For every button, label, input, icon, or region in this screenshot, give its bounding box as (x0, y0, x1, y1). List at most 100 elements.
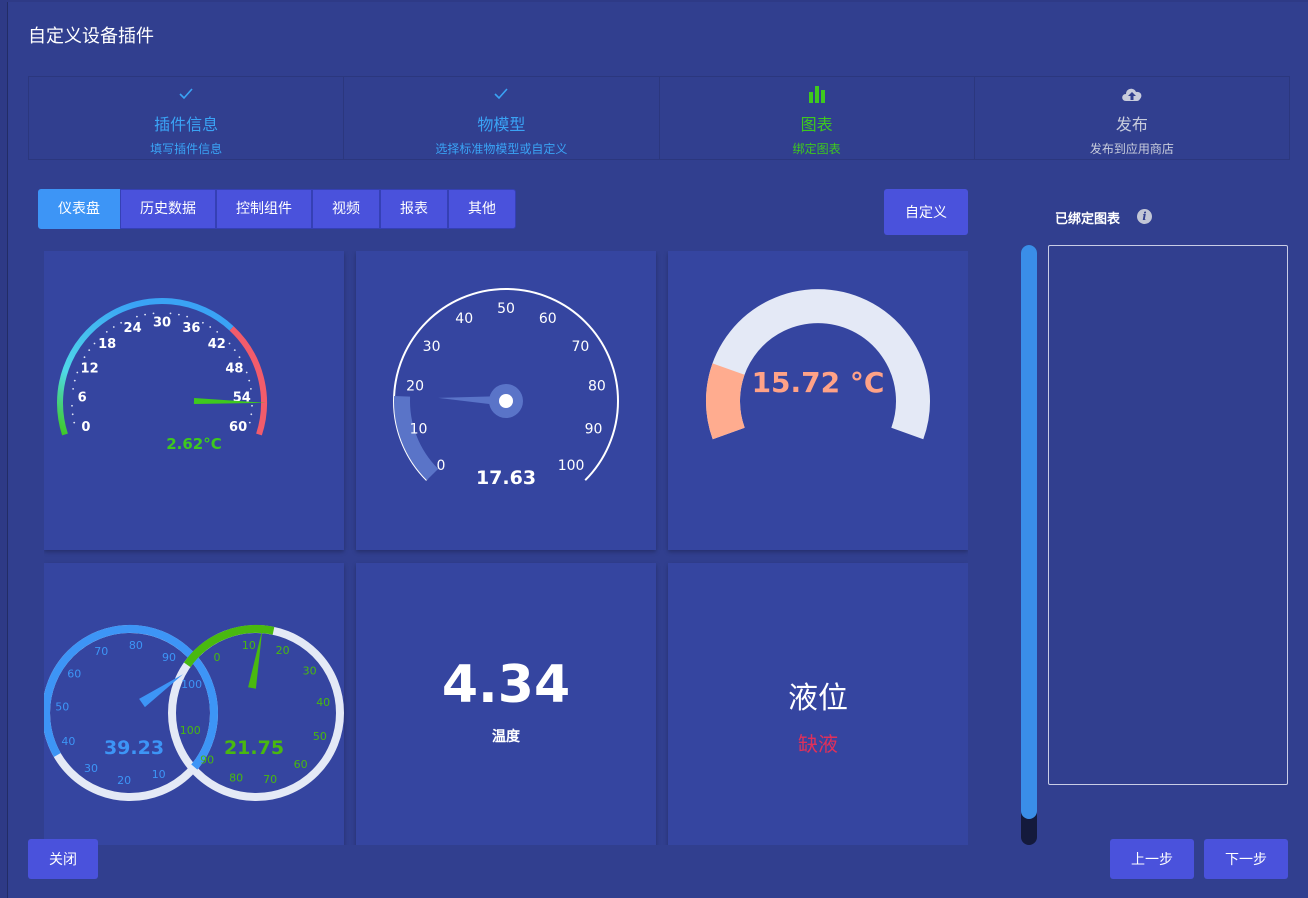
gauge-minor-tick (136, 315, 138, 318)
close-button[interactable]: 关闭 (28, 839, 98, 879)
gauge-minor-tick (112, 326, 115, 328)
number-value: 4.34 (441, 655, 571, 715)
step-title: 图表 (800, 115, 833, 134)
step-chart[interactable]: 图表 绑定图表 (660, 77, 975, 159)
widget-tabs: 仪表盘 历史数据 控制组件 视频 报表 其他 (38, 189, 516, 229)
prev-step-button[interactable]: 上一步 (1110, 839, 1194, 879)
gauge-minor-tick (76, 371, 79, 374)
gauge-minor-tick (88, 349, 91, 351)
gauge-minor-tick (152, 312, 155, 315)
dialog-title: 自定义设备插件 (28, 26, 154, 47)
gauge-tick-label: 70 (571, 339, 589, 355)
gauge-tick-label: 0 (81, 420, 90, 435)
step-title: 发布 (1115, 115, 1148, 134)
gauge-tick-label: 80 (588, 379, 606, 395)
widget-level[interactable]: 液位 缺液 (668, 563, 968, 845)
tab-dashboard[interactable]: 仪表盘 (38, 189, 120, 229)
right-gauge-tick-label: 90 (200, 754, 214, 767)
gauge-minor-tick (178, 313, 180, 316)
custom-button[interactable]: 自定义 (884, 189, 968, 235)
gauge-minor-tick (250, 413, 253, 416)
tab-other[interactable]: 其他 (448, 189, 516, 229)
left-gauge-tick-label: 60 (67, 668, 81, 681)
gauge-minor-tick (93, 342, 96, 345)
gauge-minor-tick (120, 321, 122, 324)
gauge-value: 17.63 (476, 467, 536, 489)
tab-history[interactable]: 历史数据 (120, 189, 216, 229)
right-gauge-tick-label: 0 (214, 651, 221, 664)
gauge-minor-tick (216, 331, 219, 333)
gauge-tick-label: 50 (497, 301, 515, 317)
gauge-tick-label: 60 (229, 420, 247, 435)
check-icon (179, 81, 193, 107)
gauge-tick-label: 24 (124, 321, 142, 336)
gauge-minor-tick (186, 315, 189, 318)
bar-chart-icon (807, 81, 827, 107)
gauge-minor-tick (72, 388, 74, 390)
left-gauge-tick-label: 20 (117, 774, 131, 787)
gauge-tick-label: 18 (98, 337, 116, 352)
gauge-needle (193, 398, 266, 404)
step-title: 插件信息 (154, 115, 219, 134)
gauge-minor-tick (73, 379, 76, 382)
step-subtitle: 发布到应用商店 (1089, 142, 1174, 156)
left-gauge-tick-label: 100 (181, 678, 202, 691)
left-gauge-tick-label: 70 (94, 645, 108, 658)
info-icon[interactable]: i (1137, 209, 1152, 224)
widget-gauge-temperature[interactable]: 0 6 12 18 24 30 36 42 48 54 60 2.62°C (44, 251, 344, 550)
gauge-minor-tick (233, 349, 236, 351)
gauge-tick-label: 60 (539, 311, 557, 327)
right-gauge-needle (248, 628, 263, 689)
left-gauge-value: 39.23 (104, 737, 164, 759)
gauge-arc-svg: 15.72 °C (706, 289, 930, 440)
gauge-minor-tick (71, 413, 74, 416)
gauge-tick-label: 0 (436, 458, 445, 474)
level-title: 液位 (788, 681, 848, 716)
widget-gauge-speed[interactable]: 0 10 20 30 40 50 60 70 80 90 100 17.63 (356, 251, 656, 550)
gauge-minor-tick (251, 404, 253, 407)
gauge-minor-tick (105, 331, 108, 333)
right-gauge-tick-label: 20 (276, 644, 290, 657)
right-gauge-tick-label: 100 (180, 724, 201, 737)
number-label: 温度 (492, 729, 520, 745)
gauge-minor-tick (71, 404, 73, 407)
gauge-tick-label: 10 (410, 421, 428, 437)
gauge-minor-tick (169, 312, 172, 315)
widget-dual-gauge[interactable]: 10 20 30 40 50 60 70 80 90 100 0 10 20 30 40 50 60 70 80 9… (44, 563, 344, 845)
gauge-tick-label: 42 (208, 337, 226, 352)
gauge-value: 2.62°C (166, 435, 222, 453)
gauge-value: 15.72 °C (752, 366, 885, 399)
gauge-minor-tick (209, 326, 212, 328)
right-gauge-value: 21.75 (224, 737, 284, 759)
tab-control[interactable]: 控制组件 (216, 189, 312, 229)
next-step-button[interactable]: 下一步 (1204, 839, 1288, 879)
level-status: 缺液 (798, 732, 838, 756)
left-gauge-tick-label: 50 (55, 701, 69, 714)
gauge-tick-label: 20 (406, 379, 424, 395)
step-plugin-info[interactable]: 插件信息 填写插件信息 (29, 77, 345, 159)
widget-number[interactable]: 4.34 温度 (356, 563, 656, 845)
steps-bar: 插件信息 填写插件信息 物模型 选择标准物模型或自定义 图表 绑定图表 发布 发… (28, 76, 1290, 160)
gauge-tick-label: 30 (423, 339, 441, 355)
widget-gauge-arc[interactable]: 15.72 °C (668, 251, 968, 550)
scrollbar-thumb[interactable] (1021, 245, 1037, 819)
gauge-speed-svg: 0 10 20 30 40 50 60 70 80 90 100 17.63 (393, 288, 619, 489)
plugin-dialog: 自定义设备插件 插件信息 填写插件信息 物模型 选择标准物模型或自定义 图表 绑… (7, 2, 1308, 898)
tab-report[interactable]: 报表 (380, 189, 448, 229)
gauge-tick-label: 36 (182, 321, 200, 336)
gauge-minor-tick (245, 371, 248, 374)
gauge-hub-dot (499, 394, 513, 408)
left-gauge-tick-label: 40 (61, 735, 75, 748)
widget-grid: 0 6 12 18 24 30 36 42 48 54 60 2.62°C 0 10 20 30 40 50 6… (44, 251, 968, 845)
gauge-minor-tick (73, 421, 76, 424)
gauge-tick-label: 40 (455, 311, 473, 327)
step-publish[interactable]: 发布 发布到应用商店 (975, 77, 1289, 159)
left-gauge-tick-label: 80 (129, 639, 143, 652)
gauge-minor-tick (202, 321, 204, 324)
step-thing-model[interactable]: 物模型 选择标准物模型或自定义 (344, 77, 660, 159)
gauge-minor-tick (238, 356, 241, 359)
right-gauge-tick-label: 50 (313, 730, 327, 743)
tab-video[interactable]: 视频 (312, 189, 380, 229)
bound-charts-dropzone[interactable] (1048, 245, 1288, 785)
gauge-minor-tick (144, 313, 146, 316)
